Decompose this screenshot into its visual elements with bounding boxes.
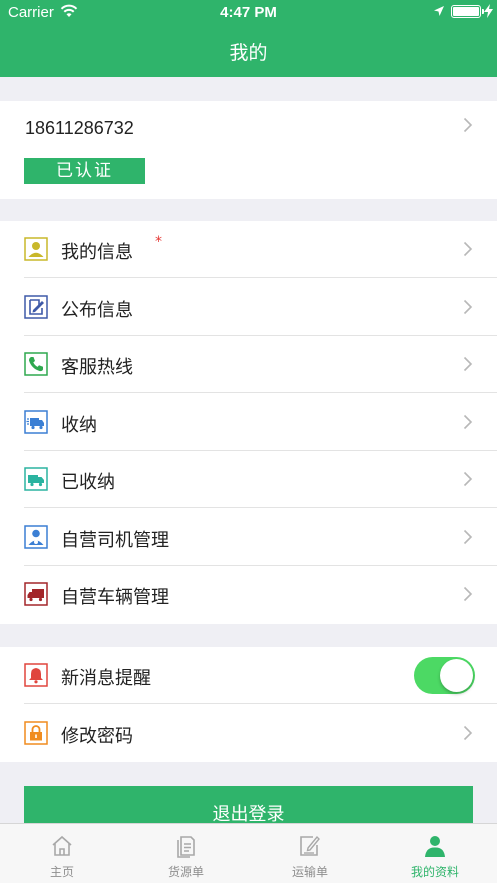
chevron-right-icon <box>463 725 473 741</box>
menu-item-label: 已收纳 <box>61 472 115 493</box>
setting-label: 修改密码 <box>61 725 133 747</box>
account-card[interactable]: 18611286732 已认证 <box>0 101 497 199</box>
vehicle-icon <box>24 582 48 606</box>
tab-cargo-orders[interactable]: 货源单 <box>124 824 248 883</box>
menu-item-label: 自营司机管理 <box>61 529 169 551</box>
menu-item-driver-management[interactable]: 自营司机管理 <box>0 509 497 566</box>
chevron-right-icon <box>463 241 473 257</box>
chevron-right-icon <box>463 471 473 487</box>
chevron-right-icon <box>463 299 473 315</box>
lock-icon <box>24 720 48 745</box>
chevron-right-icon <box>463 117 473 133</box>
menu-item-publish-info[interactable]: 公布信息 <box>0 279 497 336</box>
page-title: 我的 <box>229 42 268 64</box>
menu-item-stored[interactable]: 已收纳 <box>0 451 497 508</box>
home-icon <box>52 835 72 856</box>
toggle-knob <box>440 659 473 692</box>
required-marker: * <box>155 234 162 250</box>
edit-note-icon <box>300 835 320 856</box>
menu-item-hotline[interactable]: 客服热线 <box>0 336 497 393</box>
tab-bar: 主页 货源单 运输单 我的资料 <box>0 823 497 883</box>
location-arrow-icon <box>434 6 444 16</box>
user-card-icon <box>24 237 48 261</box>
edit-document-icon <box>24 294 48 319</box>
document-list-icon <box>177 836 195 858</box>
chevron-right-icon <box>463 414 473 430</box>
battery-icon <box>451 5 484 18</box>
nav-header: Carrier 4:47 PM 我的 <box>0 0 497 77</box>
settings-list: 新消息提醒 修改密码 <box>0 647 497 762</box>
tab-label: 我的资料 <box>410 865 459 879</box>
chevron-right-icon <box>463 586 473 602</box>
menu-item-vehicle-management[interactable]: 自营车辆管理 <box>0 566 497 623</box>
menu-item-label: 自营车辆管理 <box>61 587 169 608</box>
chevron-right-icon <box>463 529 473 545</box>
tab-label: 主页 <box>49 865 74 879</box>
new-message-toggle[interactable] <box>414 657 475 694</box>
account-phone: 18611286732 <box>25 118 134 138</box>
menu-item-label: 我的信息 <box>61 242 133 263</box>
menu-item-label: 收纳 <box>61 414 97 436</box>
status-bar: Carrier 4:47 PM <box>0 0 497 26</box>
menu-item-label: 公布信息 <box>61 299 133 321</box>
phone-icon <box>24 352 48 376</box>
setting-change-password[interactable]: 修改密码 <box>0 705 497 762</box>
driver-icon <box>24 524 48 549</box>
tab-transport-orders[interactable]: 运输单 <box>248 824 372 883</box>
menu-item-my-info[interactable]: 我的信息 * <box>0 221 497 278</box>
setting-new-message-alert: 新消息提醒 <box>0 647 497 704</box>
tab-home[interactable]: 主页 <box>0 824 124 883</box>
menu-item-label: 客服热线 <box>61 357 133 378</box>
truck-icon <box>24 467 48 491</box>
menu-item-storage[interactable]: 收纳 <box>0 394 497 451</box>
delivery-truck-icon <box>24 409 48 434</box>
verified-badge: 已认证 <box>24 158 145 184</box>
status-time: 4:47 PM <box>220 4 277 21</box>
tab-label: 运输单 <box>291 865 328 879</box>
menu-list: 我的信息 * 公布信息 客服热线 收纳 已收纳 自营司机管理 自营车辆管理 <box>0 221 497 624</box>
tab-my-profile[interactable]: 我的资料 <box>373 824 497 883</box>
bell-icon <box>24 663 48 687</box>
chevron-right-icon <box>463 356 473 372</box>
charging-bolt-icon <box>484 4 493 18</box>
setting-label: 新消息提醒 <box>61 668 151 689</box>
profile-icon <box>425 836 445 857</box>
tab-label: 货源单 <box>167 865 204 879</box>
